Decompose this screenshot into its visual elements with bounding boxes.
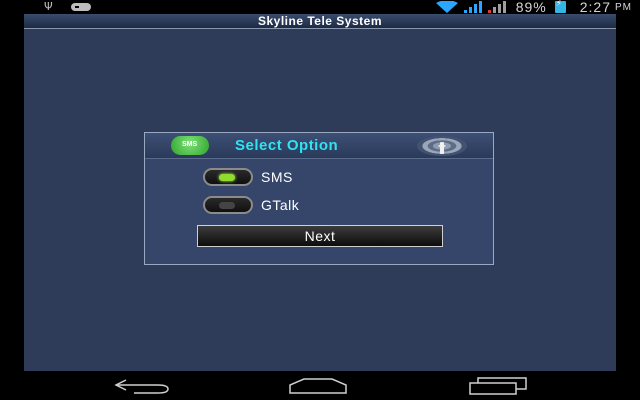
status-bar: Ψ 89% 2:27 PM bbox=[0, 0, 640, 15]
home-icon[interactable] bbox=[288, 375, 348, 395]
main-content: Select Option SMS GTalk Next bbox=[24, 29, 616, 371]
sms-icon bbox=[171, 136, 209, 155]
clock-ampm: PM bbox=[615, 1, 632, 13]
option-sms[interactable]: SMS bbox=[203, 167, 293, 187]
usb-icon: Ψ bbox=[44, 0, 53, 13]
app-title-bar: Skyline Tele System bbox=[24, 14, 616, 29]
signal-icon bbox=[487, 1, 506, 13]
back-icon[interactable] bbox=[112, 375, 172, 395]
next-button[interactable]: Next bbox=[197, 225, 443, 247]
option-gtalk-label[interactable]: GTalk bbox=[261, 197, 299, 213]
system-status: 89% 2:27 PM bbox=[435, 0, 632, 15]
app-title: Skyline Tele System bbox=[257, 14, 382, 28]
notification-icons: Ψ bbox=[44, 0, 91, 14]
radio-gtalk[interactable] bbox=[203, 196, 253, 214]
select-option-dialog: Select Option SMS GTalk Next bbox=[144, 132, 494, 265]
navigation-bar bbox=[0, 371, 640, 400]
battery-charging-icon bbox=[554, 0, 566, 13]
option-sms-label[interactable]: SMS bbox=[261, 169, 293, 185]
battery-percentage: 89% bbox=[515, 0, 547, 15]
gamepad-icon bbox=[70, 3, 91, 11]
dialog-header: Select Option bbox=[145, 133, 493, 159]
dialog-title: Select Option bbox=[235, 137, 339, 154]
wifi-icon bbox=[435, 1, 458, 13]
radio-sms[interactable] bbox=[203, 168, 253, 186]
signal-icon bbox=[463, 1, 482, 13]
option-gtalk[interactable]: GTalk bbox=[203, 195, 299, 215]
recent-apps-icon[interactable] bbox=[468, 375, 528, 395]
clock: 2:27 bbox=[579, 0, 611, 15]
antenna-icon bbox=[417, 136, 467, 156]
